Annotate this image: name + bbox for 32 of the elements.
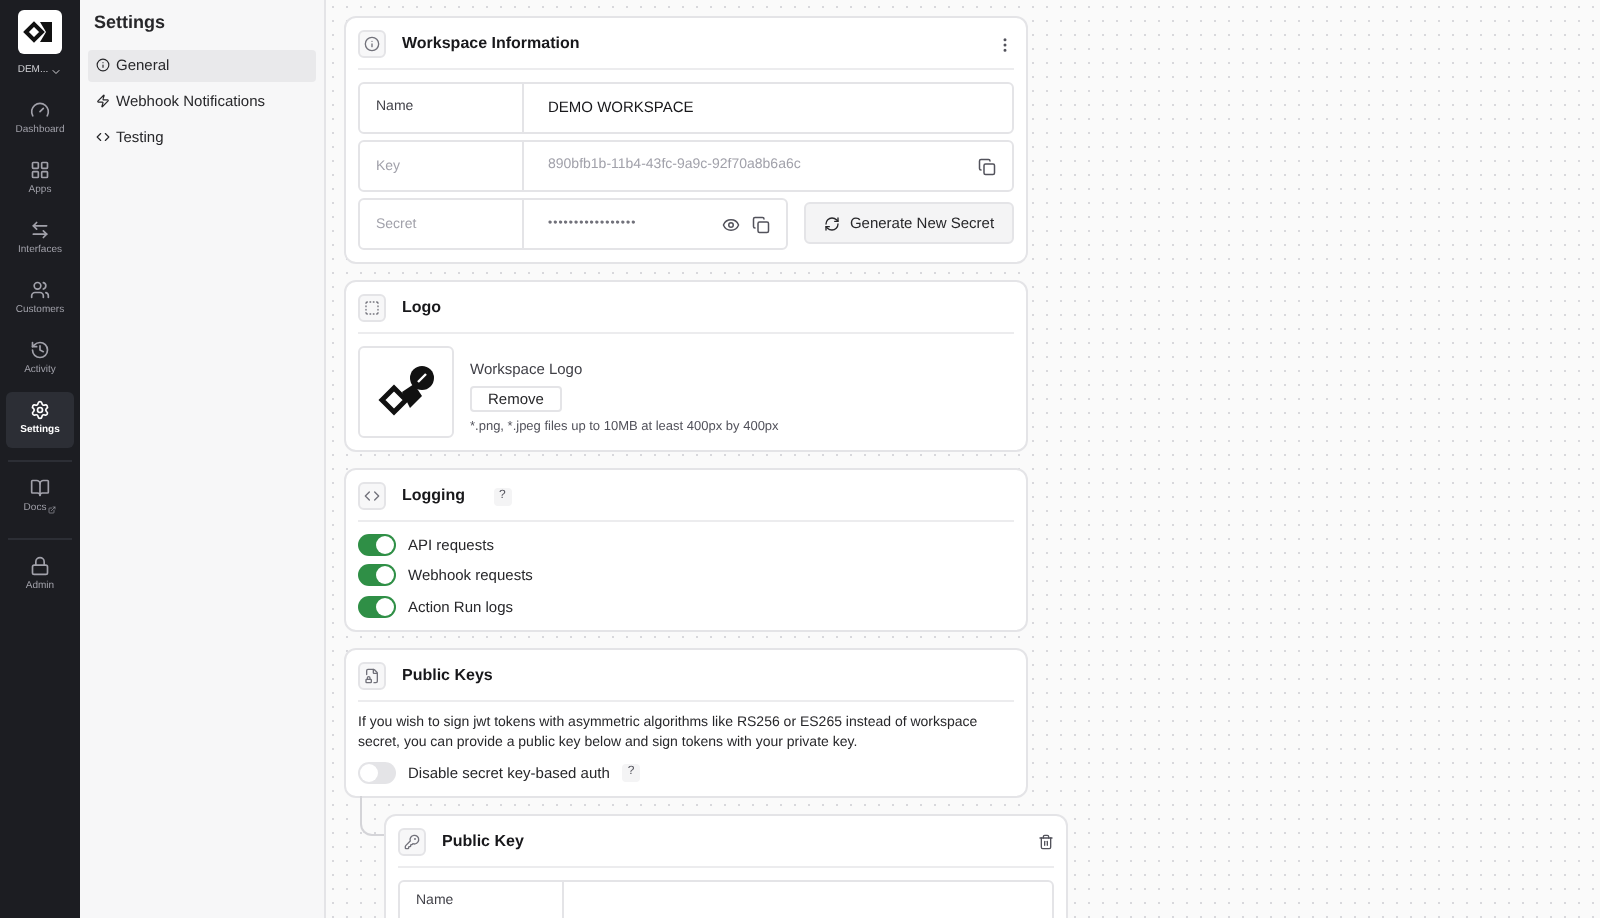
gauge-icon — [30, 99, 50, 120]
book-icon — [30, 477, 50, 498]
history-icon — [30, 339, 50, 360]
lock-file-icon — [358, 661, 386, 690]
card-title: Workspace Information — [402, 32, 580, 56]
key-icon — [398, 828, 426, 856]
lock-icon — [30, 555, 50, 576]
app-logo — [18, 10, 62, 54]
card-title: Logging — [402, 484, 466, 508]
arrows-icon — [30, 219, 50, 240]
card-title: Public Keys — [402, 663, 493, 688]
code-icon — [358, 482, 386, 510]
card-title: Public Key — [442, 830, 524, 854]
toggle-switch[interactable] — [358, 595, 396, 618]
code-icon — [96, 130, 110, 144]
toggle-switch[interactable] — [358, 564, 396, 587]
toggle-switch[interactable] — [358, 534, 396, 557]
eye-icon[interactable] — [722, 215, 740, 233]
zap-icon — [96, 94, 110, 108]
copy-icon[interactable] — [752, 215, 770, 233]
refresh-icon — [823, 215, 840, 231]
copy-icon[interactable] — [978, 157, 996, 175]
sidebar-title: Settings — [92, 10, 168, 36]
card-title: Logo — [402, 296, 442, 320]
settings-icon — [30, 399, 50, 420]
toggle-switch[interactable] — [358, 761, 396, 784]
users-icon — [30, 279, 50, 300]
external-link-icon — [48, 505, 57, 513]
info-icon — [358, 30, 386, 58]
chevron-icon — [50, 65, 63, 78]
info-icon — [96, 58, 110, 72]
trash-icon[interactable] — [1038, 834, 1054, 850]
